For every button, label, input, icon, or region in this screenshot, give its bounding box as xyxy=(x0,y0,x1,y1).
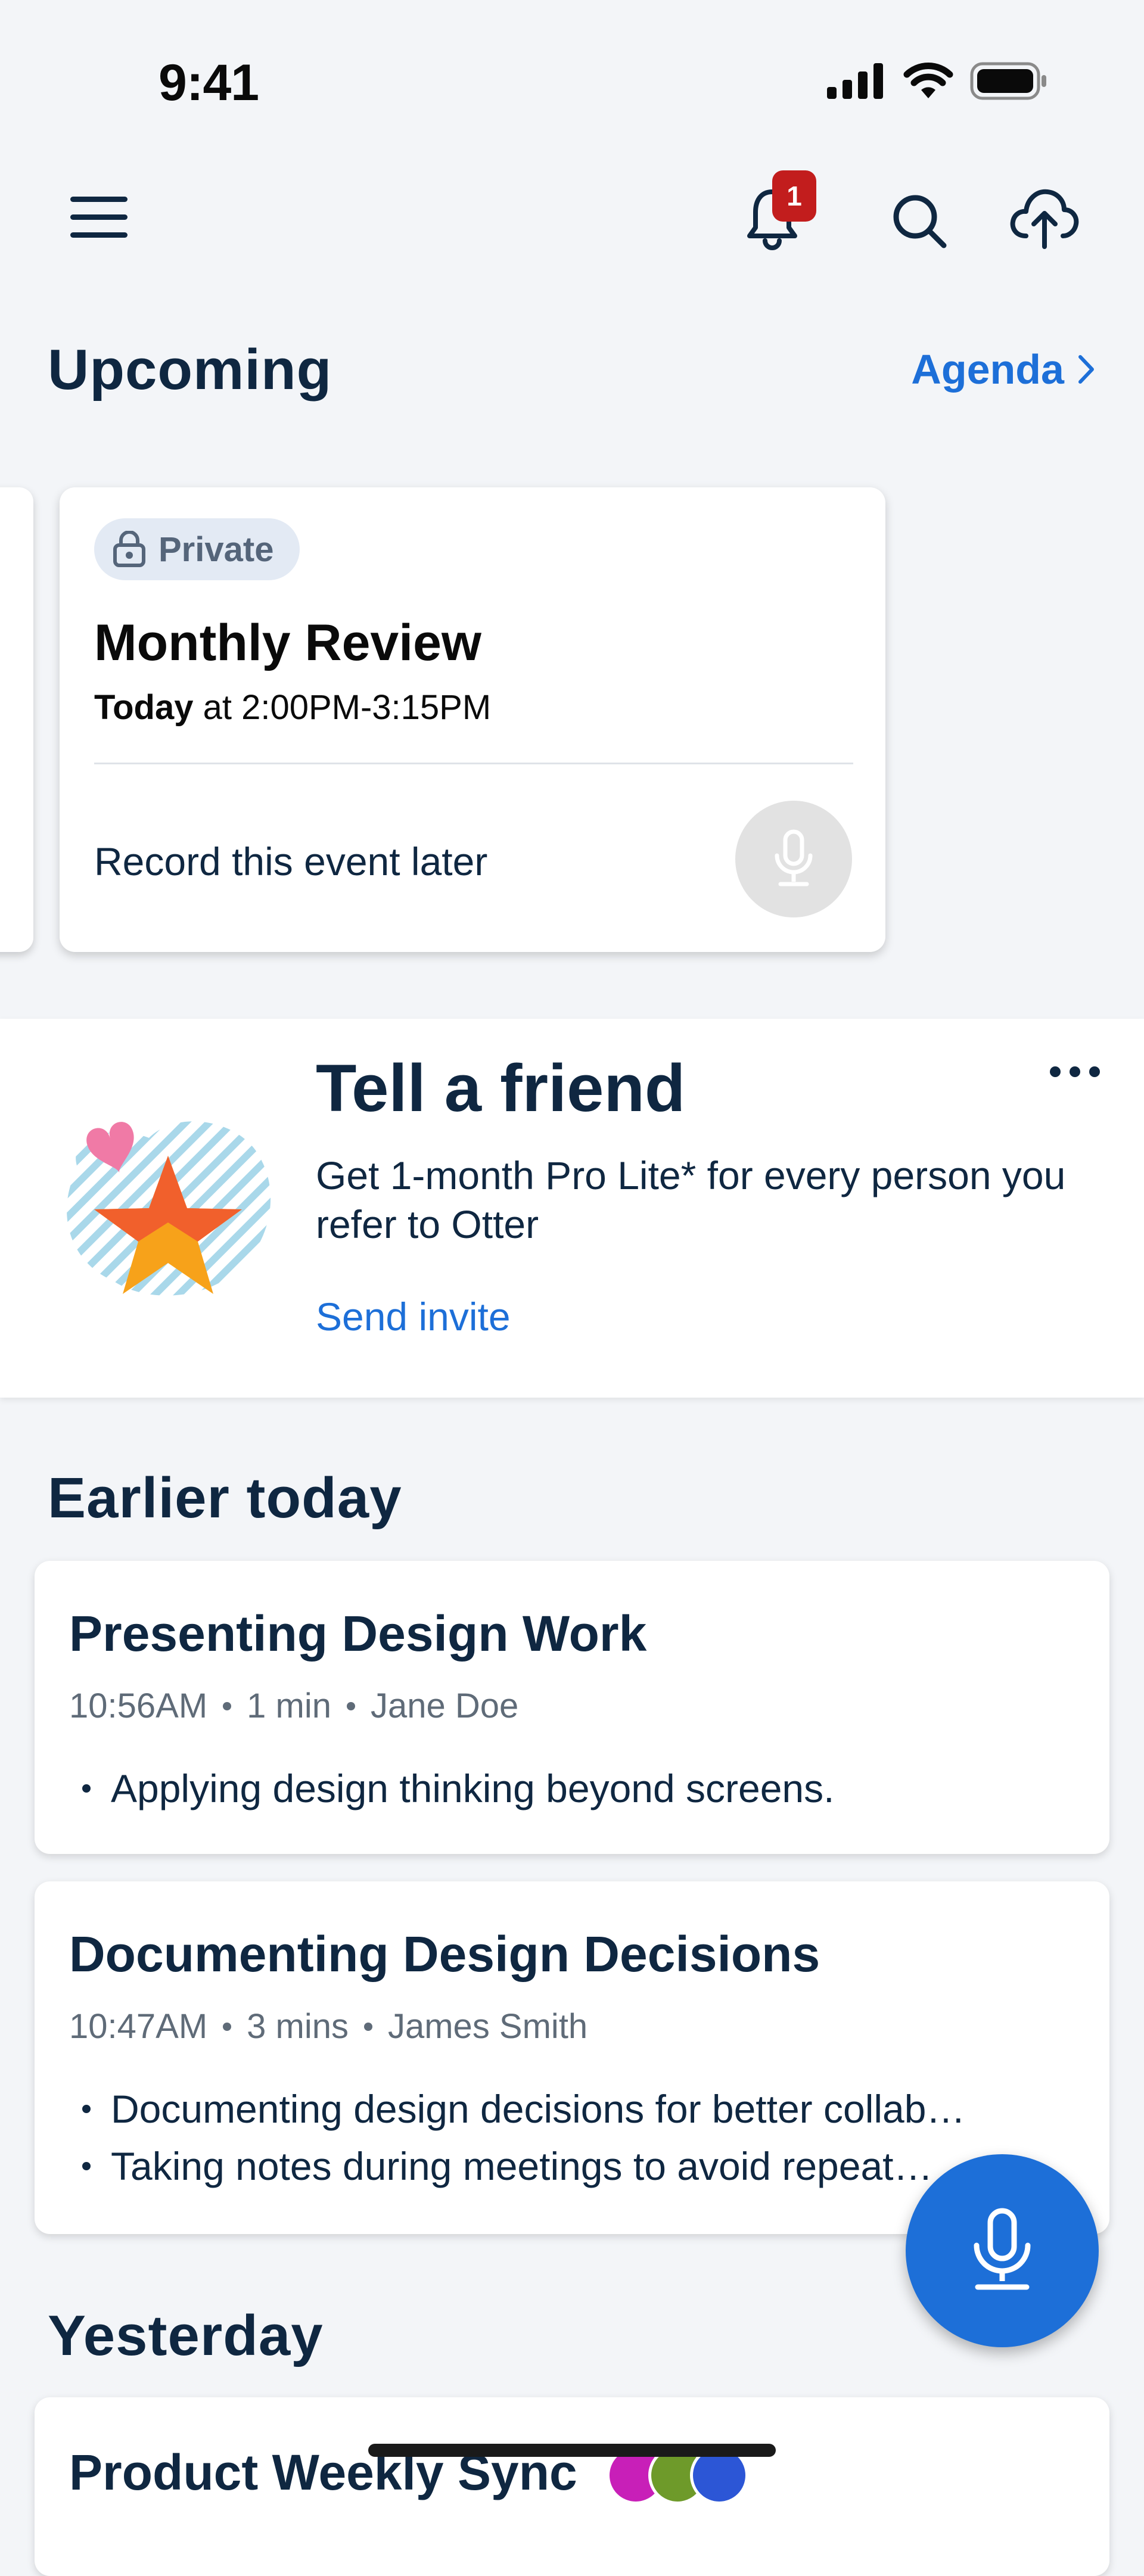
promo-body: Get 1-month Pro Lite* for every person y… xyxy=(316,1153,1066,1246)
conversation-summary: Documenting design decisions for better … xyxy=(69,2080,1076,2195)
conversation-title: Presenting Design Work xyxy=(69,1606,647,1662)
status-icons xyxy=(827,62,1047,100)
conversation-time: 10:47AM xyxy=(69,2007,208,2046)
menu-button[interactable] xyxy=(70,197,128,241)
more-icon[interactable] xyxy=(1050,1063,1100,1081)
menu-icon xyxy=(70,197,128,202)
event-time: Today at 2:00PM-3:15PM xyxy=(94,687,491,727)
signal-icon xyxy=(827,63,883,99)
chevron-right-icon xyxy=(1078,355,1094,384)
status-time: 9:41 xyxy=(158,54,259,111)
conversation-title: Documenting Design Decisions xyxy=(69,1926,820,1982)
microphone-icon xyxy=(974,2208,1031,2290)
search-icon[interactable] xyxy=(890,192,947,249)
conversation-meta: 10:47AM 3 mins James Smith xyxy=(69,2006,587,2046)
conversation-summary: Applying design thinking beyond screens. xyxy=(69,1760,1076,1817)
summary-bullet: Taking notes during meetings to avoid re… xyxy=(69,2138,1076,2195)
microphone-icon xyxy=(775,829,813,886)
conversation-owner: Jane Doe xyxy=(370,1687,519,1725)
card-divider xyxy=(94,763,853,764)
private-badge: Private xyxy=(94,518,300,580)
record-fab[interactable] xyxy=(906,2154,1099,2347)
summary-bullet: Documenting design decisions for better … xyxy=(69,2080,1076,2138)
event-card[interactable]: Private Monthly Review Today at 2:00PM-3… xyxy=(60,487,885,952)
yesterday-heading: Yesterday xyxy=(48,2304,324,2367)
conversation-meta: 10:56AM 1 min Jane Doe xyxy=(69,1686,518,1726)
event-title: Monthly Review xyxy=(94,614,481,671)
battery-icon xyxy=(970,62,1046,100)
conversation-time: 10:56AM xyxy=(69,1687,208,1725)
agenda-link[interactable]: Agenda xyxy=(911,346,1095,393)
record-event-button[interactable] xyxy=(735,801,852,917)
wifi-icon xyxy=(903,63,953,98)
conversation-card[interactable]: Presenting Design Work 10:56AM 1 min Jan… xyxy=(35,1561,1109,1854)
upcoming-heading: Upcoming xyxy=(48,338,332,402)
conversation-duration: 3 mins xyxy=(247,2007,349,2046)
record-later-label: Record this event later xyxy=(94,839,488,883)
conversation-owner: James Smith xyxy=(387,2007,588,2046)
private-badge-label: Private xyxy=(158,530,274,569)
cloud-upload-icon[interactable] xyxy=(1008,185,1081,250)
event-day: Today xyxy=(94,688,194,727)
previous-event-card[interactable] xyxy=(0,487,33,952)
conversation-card[interactable]: Product Weekly Sync xyxy=(35,2397,1109,2576)
home-indicator[interactable] xyxy=(368,2444,776,2457)
promo-title: Tell a friend xyxy=(316,1051,686,1125)
lock-icon xyxy=(113,531,145,567)
conversation-duration: 1 min xyxy=(247,1687,331,1725)
send-invite-link[interactable]: Send invite xyxy=(316,1294,511,1339)
agenda-link-label: Agenda xyxy=(911,346,1064,393)
referral-banner: Tell a friend Get 1-month Pro Lite* for … xyxy=(0,1019,1144,1398)
star-heart-illustration xyxy=(67,1121,271,1296)
notification-badge: 1 xyxy=(772,170,816,222)
summary-bullet: Applying design thinking beyond screens. xyxy=(69,1760,1076,1817)
event-time-range: at 2:00PM-3:15PM xyxy=(193,688,492,727)
earlier-today-heading: Earlier today xyxy=(48,1466,402,1530)
